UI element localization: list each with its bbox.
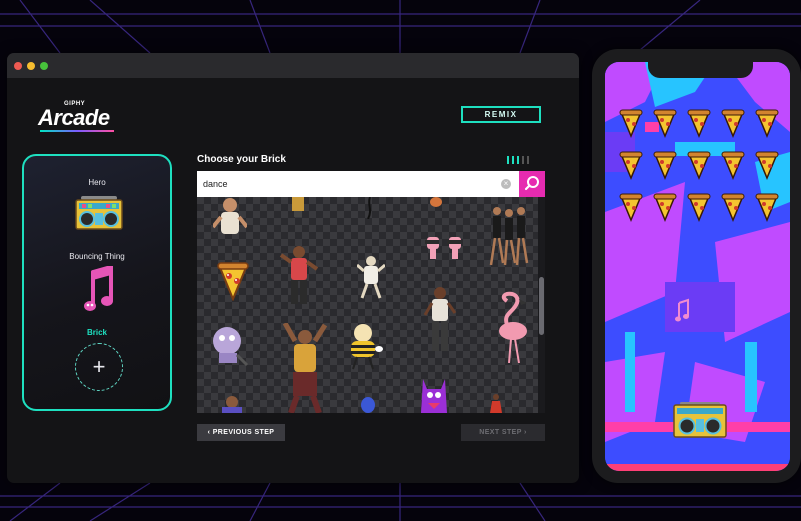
dancing-group-gif[interactable]: [487, 205, 531, 267]
dancing-figure-gif[interactable]: [357, 255, 385, 299]
pizza-slice-icon: [619, 109, 779, 221]
clear-search-icon[interactable]: ×: [501, 179, 511, 189]
dancer-gif[interactable]: [425, 235, 465, 261]
previous-step-button[interactable]: ‹ PREVIOUS STEP: [197, 424, 285, 441]
step-indicator: [507, 156, 537, 164]
dancer-gif[interactable]: [289, 197, 307, 217]
maximize-window-button[interactable]: [40, 62, 48, 70]
remix-button[interactable]: REMIX: [461, 106, 541, 123]
phone-notch: [648, 62, 753, 78]
music-note-icon: [675, 298, 689, 322]
scroll-thumb[interactable]: [539, 277, 544, 335]
bouncing-thing-label: Bouncing Thing: [69, 252, 125, 261]
logo-underline: [40, 130, 114, 132]
alien-dancer-gif[interactable]: [209, 325, 249, 369]
cartoon-bee-gif[interactable]: [347, 323, 383, 371]
dancer-gif[interactable]: [359, 397, 377, 413]
gif-results-grid: [197, 197, 538, 413]
dancing-woman-gif[interactable]: [423, 285, 457, 353]
step-mark: [522, 156, 524, 164]
minimize-window-button[interactable]: [27, 62, 35, 70]
search-icon: [524, 176, 539, 191]
next-step-button[interactable]: NEXT STEP ›: [461, 424, 545, 441]
boombox-icon: [673, 402, 727, 438]
giphy-arcade-logo: GIPHY Arcade: [38, 101, 118, 133]
hero-label: Hero: [88, 178, 106, 187]
brick-label: Brick: [86, 328, 107, 337]
dancing-man-gif[interactable]: [213, 197, 247, 237]
music-note-icon[interactable]: [84, 266, 114, 314]
pizza-slice-gif[interactable]: [217, 261, 249, 301]
dancer-gif[interactable]: [429, 197, 443, 209]
results-scrollbar[interactable]: [538, 197, 545, 413]
boombox-icon[interactable]: [75, 196, 123, 230]
dancer-gif[interactable]: [365, 197, 375, 219]
title-bar: [7, 53, 579, 78]
close-window-button[interactable]: [14, 62, 22, 70]
stage: GIPHY Arcade REMIX Hero Bouncing Thing B…: [0, 0, 801, 521]
dancing-man-gif[interactable]: [279, 245, 319, 305]
add-icon: +: [92, 354, 106, 379]
purple-monster-gif[interactable]: [419, 379, 449, 413]
logo-arcade-text: Arcade: [38, 105, 110, 130]
step-mark: [517, 156, 519, 164]
add-brick-button[interactable]: +: [75, 343, 123, 391]
search-button[interactable]: [519, 171, 545, 197]
dancing-man-gif[interactable]: [217, 395, 247, 413]
flamingo-gif[interactable]: [493, 291, 533, 363]
dancer-gif[interactable]: [489, 393, 503, 413]
choose-brick-title: Choose your Brick: [197, 154, 286, 165]
game-preview-screen: [605, 62, 790, 471]
step-mark: [527, 156, 529, 164]
game-elements-panel: Hero Bouncing Thing Brick +: [22, 154, 172, 411]
step-mark: [507, 156, 509, 164]
search-input[interactable]: [197, 171, 519, 197]
search-bar: ×: [197, 171, 545, 197]
pizza-bricks: [619, 109, 779, 438]
dancing-man-gif[interactable]: [281, 323, 329, 413]
step-mark: [512, 156, 514, 164]
